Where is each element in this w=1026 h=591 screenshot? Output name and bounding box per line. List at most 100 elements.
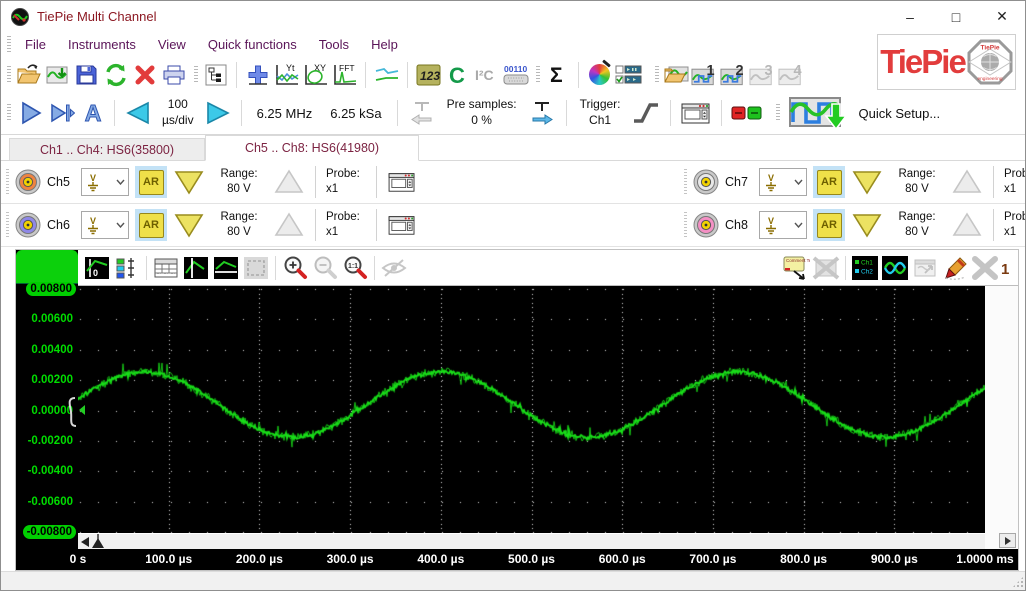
menu-tools[interactable]: Tools: [308, 33, 360, 56]
y-tick-label[interactable]: 0.00800: [26, 282, 76, 296]
timebase-decrease-button[interactable]: [121, 95, 155, 131]
trigger-settings-button[interactable]: [677, 95, 715, 131]
resize-grip[interactable]: [1012, 576, 1024, 588]
autorange-button[interactable]: AR: [135, 166, 167, 198]
blue-plus-icon: [246, 63, 270, 87]
axis-channel-header[interactable]: [16, 250, 78, 284]
toolbar-grip[interactable]: [536, 66, 540, 84]
toolbar-grip[interactable]: [194, 66, 198, 84]
menu-file[interactable]: File: [14, 33, 57, 56]
svg-text:1: 1: [1001, 261, 1009, 278]
menu-instruments[interactable]: Instruments: [57, 33, 147, 56]
object-tree-button[interactable]: [201, 60, 230, 89]
y-axis[interactable]: 0.008000.006000.004000.002000.00000-0.00…: [16, 250, 78, 549]
quick-setup-label[interactable]: Quick Setup...: [857, 106, 950, 121]
coupling-select[interactable]: V: [759, 211, 807, 239]
time-scrollbar[interactable]: [78, 533, 985, 549]
value-table-button[interactable]: [151, 254, 181, 282]
zoom-reset-button[interactable]: 1:1: [340, 254, 370, 282]
source-list-button[interactable]: [112, 254, 142, 282]
axis-zero-button[interactable]: 0: [82, 254, 112, 282]
menu-grip[interactable]: [7, 36, 11, 54]
colors-button[interactable]: [585, 60, 614, 89]
add-comment-button[interactable]: Comment Text: [781, 254, 811, 282]
scroll-right-button[interactable]: [999, 533, 1016, 548]
open-button[interactable]: [14, 60, 43, 89]
coupling-select[interactable]: V: [759, 168, 807, 196]
start-button[interactable]: [14, 95, 46, 131]
trigger-source[interactable]: Trigger: Ch1: [573, 97, 628, 128]
range-down-button[interactable]: [173, 169, 205, 195]
maximize-button[interactable]: □: [933, 1, 979, 32]
clock-frequency[interactable]: 6.25 MHz: [248, 106, 322, 121]
range-down-button[interactable]: [851, 169, 883, 195]
i2c-button[interactable]: I²C: [472, 60, 501, 89]
instrument-2-button[interactable]: 2: [720, 60, 749, 89]
import-graph-button[interactable]: [43, 60, 72, 89]
timebase-value[interactable]: 100 µs/div: [155, 97, 201, 128]
pre-samples[interactable]: Pre samples: 0 %: [440, 97, 524, 128]
io-settings-button[interactable]: [614, 60, 643, 89]
line-graph-button[interactable]: [372, 60, 401, 89]
meter-button[interactable]: 123: [414, 60, 443, 89]
channel-toggle-button[interactable]: [728, 95, 766, 131]
delete-button[interactable]: [130, 60, 159, 89]
range-down-button[interactable]: [173, 212, 205, 238]
legend-button[interactable]: Ch1 Ch2: [850, 254, 880, 282]
tab-ch5-ch8[interactable]: Ch5 .. Ch8: HS6(41980): [205, 135, 419, 161]
menu-quick-functions[interactable]: Quick functions: [197, 33, 308, 56]
y-tick-label[interactable]: -0.00800: [23, 525, 76, 539]
zoom-in-button[interactable]: [280, 254, 310, 282]
xy-graph-button[interactable]: XY: [301, 60, 330, 89]
scroll-left-icon[interactable]: [80, 537, 90, 547]
range-down-button[interactable]: [851, 212, 883, 238]
toolbar-grip[interactable]: [7, 104, 11, 122]
channel-settings-button[interactable]: [387, 213, 417, 237]
coupling-select[interactable]: V: [81, 168, 129, 196]
add-graph-button[interactable]: [243, 60, 272, 89]
fft-graph-button[interactable]: FFT: [330, 60, 359, 89]
close-graph-button[interactable]: 1: [970, 254, 1014, 282]
print-button[interactable]: [159, 60, 188, 89]
can-button[interactable]: C: [443, 60, 472, 89]
autorange-button[interactable]: AR: [135, 209, 167, 241]
menu-view[interactable]: View: [147, 33, 197, 56]
save-button[interactable]: [72, 60, 101, 89]
refresh-button[interactable]: [101, 60, 130, 89]
vertical-cursor-button[interactable]: [181, 254, 211, 282]
svg-text:1:1: 1:1: [348, 263, 358, 270]
plot-area[interactable]: [78, 286, 985, 533]
horizontal-cursor-button[interactable]: [211, 254, 241, 282]
range-display: Range:80 V: [889, 167, 945, 197]
open-instrument-button[interactable]: [662, 60, 691, 89]
serial-button[interactable]: 00110: [501, 60, 530, 89]
trigger-level-bracket[interactable]: [62, 396, 78, 428]
autorange-button[interactable]: AR: [813, 209, 845, 241]
autosetup-button[interactable]: A: [78, 95, 108, 131]
pen-button[interactable]: [940, 254, 970, 282]
toolbar-grip[interactable]: [776, 104, 780, 122]
channel-settings-button[interactable]: [387, 170, 417, 194]
tab-ch1-ch4[interactable]: Ch1 .. Ch4: HS6(35800): [9, 138, 205, 160]
minimize-button[interactable]: –: [887, 1, 933, 32]
oneshot-button[interactable]: [46, 95, 78, 131]
yt-graph-button[interactable]: Yt: [272, 60, 301, 89]
svg-text:A: A: [85, 100, 102, 126]
trigger-time-marker[interactable]: [91, 534, 105, 549]
coupling-select[interactable]: V: [81, 211, 129, 239]
pre-samples-increase-button[interactable]: [524, 95, 560, 131]
toolbar-grip[interactable]: [7, 66, 11, 84]
sum-button[interactable]: Σ: [543, 60, 572, 89]
wave-colors-button[interactable]: [880, 254, 910, 282]
autorange-button[interactable]: AR: [813, 166, 845, 198]
trigger-slope-button[interactable]: [628, 95, 664, 131]
timebase-increase-button[interactable]: [201, 95, 235, 131]
menu-help[interactable]: Help: [360, 33, 409, 56]
channel-row-ch5: Ch5 V AR Range:80 V Probe:x1: [1, 161, 679, 204]
instrument-1-button[interactable]: 1: [691, 60, 720, 89]
x-axis[interactable]: 0 s100.0 µs200.0 µs300.0 µs400.0 µs500.0…: [16, 549, 1018, 570]
quick-setup-button[interactable]: [783, 95, 857, 131]
toolbar-grip[interactable]: [655, 66, 659, 84]
close-button[interactable]: ✕: [979, 1, 1025, 32]
sample-rate[interactable]: 6.25 kSa: [321, 106, 390, 121]
